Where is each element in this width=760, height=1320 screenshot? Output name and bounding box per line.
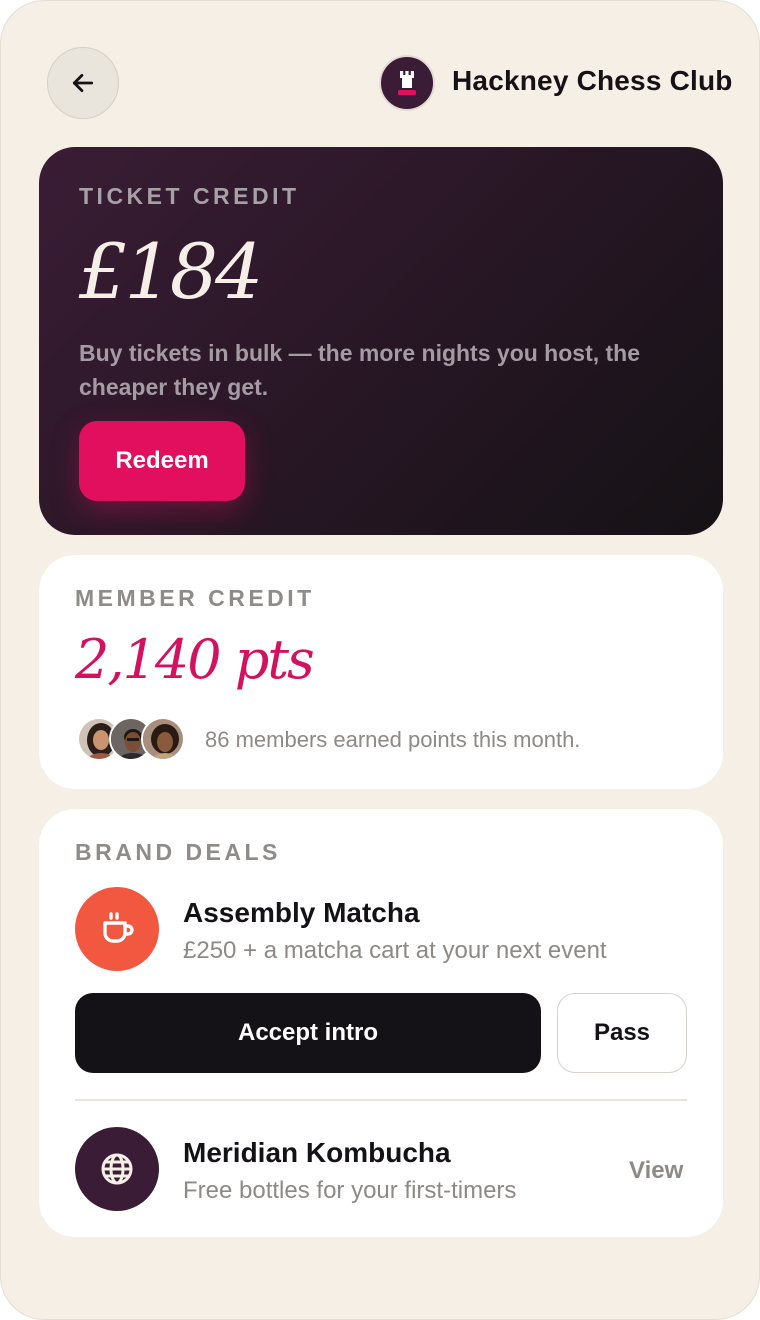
deal-subtitle: £250 + a matcha cart at your next event bbox=[183, 937, 607, 964]
member-credit-card: MEMBER CREDIT 2,140 pts 86 members earne… bbox=[39, 555, 723, 789]
member-points: 2,140 pts bbox=[75, 628, 315, 691]
club-logo bbox=[379, 55, 435, 111]
accept-intro-button[interactable]: Accept intro bbox=[75, 993, 541, 1073]
divider bbox=[75, 1099, 687, 1101]
coffee-cup-icon bbox=[103, 912, 134, 943]
globe-icon bbox=[101, 1153, 133, 1185]
view-deal-link[interactable]: View bbox=[629, 1157, 683, 1185]
pass-button[interactable]: Pass bbox=[557, 993, 687, 1073]
avatar bbox=[141, 717, 185, 761]
app-screen: Hackney Chess Club TICKET CREDIT £184 Bu… bbox=[0, 0, 760, 1320]
arrow-left-icon bbox=[72, 74, 94, 92]
brand-deals-label: BRAND DEALS bbox=[75, 839, 281, 865]
ticket-credit-description: Buy tickets in bulk — the more nights yo… bbox=[79, 340, 641, 400]
ticket-credit-card: TICKET CREDIT £184 Buy tickets in bulk —… bbox=[39, 147, 723, 535]
members-earned-text: 86 members earned points this month. bbox=[205, 727, 581, 752]
club-name: Hackney Chess Club bbox=[452, 65, 733, 96]
ticket-credit-amount: £184 bbox=[79, 227, 263, 316]
deal-name: Assembly Matcha bbox=[183, 897, 420, 928]
member-avatars bbox=[77, 717, 187, 761]
deal-name: Meridian Kombucha bbox=[183, 1137, 451, 1168]
deal-subtitle: Free bottles for your first-timers bbox=[183, 1177, 517, 1204]
deal-logo bbox=[75, 887, 159, 971]
back-button[interactable] bbox=[47, 47, 119, 119]
chess-rook-icon bbox=[398, 71, 416, 95]
member-credit-label: MEMBER CREDIT bbox=[75, 585, 315, 611]
deal-logo bbox=[75, 1127, 159, 1211]
brand-deals-card: BRAND DEALS Assembly Matcha £250 + a mat… bbox=[39, 809, 723, 1237]
redeem-button[interactable]: Redeem bbox=[79, 421, 245, 501]
ticket-credit-label: TICKET CREDIT bbox=[79, 183, 300, 209]
